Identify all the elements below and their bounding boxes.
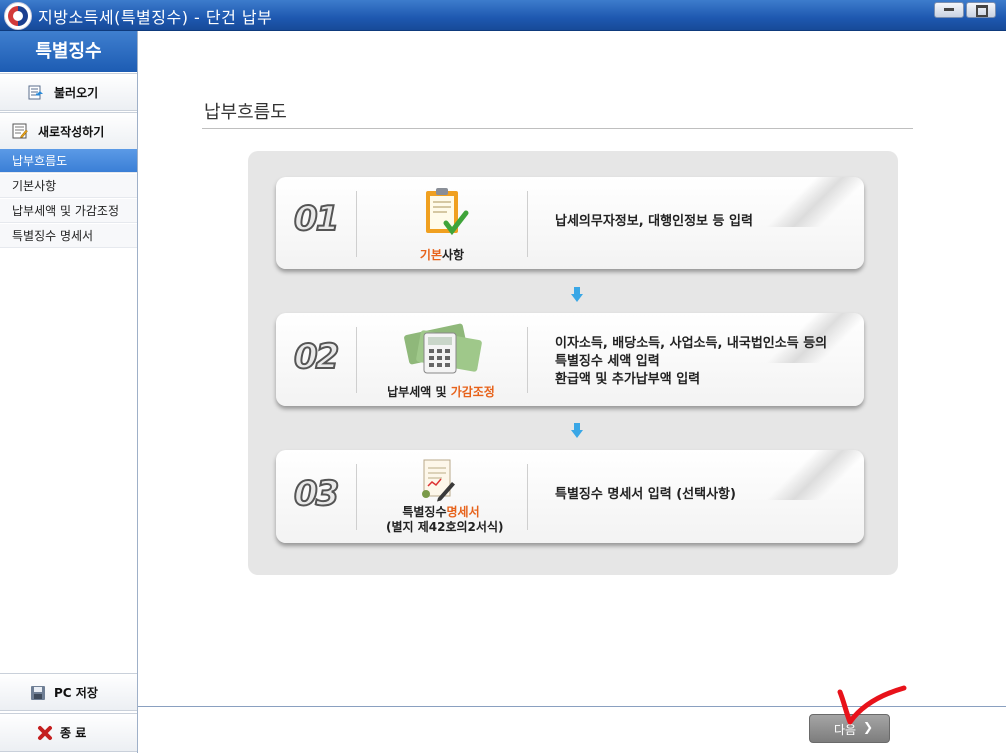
step-divider <box>527 191 528 257</box>
flow-arrow-down-icon <box>571 287 583 303</box>
step-label: 특별징수명세서 (별지 제42호의2서식) <box>386 505 504 535</box>
step-label: 납부세액 및 가감조정 <box>376 383 506 400</box>
step-description-line: 이자소득, 배당소득, 사업소득, 내국법인소득 등의 <box>555 336 828 351</box>
step-divider <box>527 327 528 393</box>
sidebar-item-tax-adjust[interactable]: 납부세액 및 가감조정 <box>0 199 137 223</box>
calculator-money-icon <box>404 323 482 374</box>
maximize-icon <box>976 5 988 17</box>
step-label-highlight: 가감조정 <box>450 385 495 399</box>
step-divider <box>527 464 528 530</box>
document-pen-icon <box>422 459 455 502</box>
step-label-plain: 특별징수 <box>402 505 447 519</box>
step-number: 01 <box>293 198 340 240</box>
exit-button[interactable]: 종 료 <box>0 713 137 752</box>
step-description: 납세의무자정보, 대행인정보 등 입력 <box>555 213 753 231</box>
exit-label: 종 료 <box>60 726 87 740</box>
edit-document-icon <box>12 123 28 139</box>
new-document-button[interactable]: 새로작성하기 <box>0 112 137 151</box>
step-description-line: 납세의무자정보, 대행인정보 등 입력 <box>555 214 753 229</box>
flow-arrow-down-icon <box>571 423 583 439</box>
step-label-highlight: 명세서 <box>446 505 480 519</box>
step-divider <box>356 327 357 393</box>
app-logo-icon <box>4 2 32 30</box>
load-button-label: 불러오기 <box>54 86 99 100</box>
step-description-line: 특별징수 세액 입력 <box>555 354 660 369</box>
step-divider <box>356 464 357 530</box>
step-number: 02 <box>293 336 340 378</box>
clipboard-check-icon <box>426 188 469 236</box>
window-title: 지방소득세(특별징수) - 단건 납부 <box>38 8 273 27</box>
sidebar-item-flow[interactable]: 납부흐름도 <box>0 149 137 173</box>
red-checkmark-annotation <box>837 685 907 725</box>
folder-open-icon <box>28 85 43 100</box>
step-label: 기본사항 <box>402 246 482 263</box>
step-number: 03 <box>293 473 340 515</box>
step-description-line: 특별징수 명세서 입력 (선택사항) <box>555 487 736 502</box>
load-button[interactable]: 불러오기 <box>0 73 137 111</box>
save-disk-icon <box>31 686 45 700</box>
sidebar: 특별징수 불러오기 새로작성하기 납부흐름도 기본사항 납부세액 및 가감조정 … <box>0 31 138 753</box>
step-label-plain: 사항 <box>442 248 465 262</box>
step-label-plain: 납부세액 및 <box>387 385 451 399</box>
window-titlebar: 지방소득세(특별징수) - 단건 납부 <box>0 0 1006 31</box>
step-label-highlight: 기본 <box>419 248 442 262</box>
step-divider <box>356 191 357 257</box>
new-document-label: 새로작성하기 <box>38 125 105 139</box>
pc-save-button[interactable]: PC 저장 <box>0 673 137 711</box>
pc-save-label: PC 저장 <box>54 686 98 700</box>
sidebar-header: 특별징수 <box>0 31 137 72</box>
sidebar-item-statement[interactable]: 특별징수 명세서 <box>0 224 137 248</box>
minimize-icon <box>944 8 954 11</box>
close-x-icon <box>38 726 52 740</box>
minimize-button[interactable] <box>934 2 964 18</box>
maximize-button[interactable] <box>966 2 996 18</box>
step-description: 이자소득, 배당소득, 사업소득, 내국법인소득 등의 특별징수 세액 입력 환… <box>555 335 827 389</box>
page-title: 납부흐름도 <box>204 102 287 123</box>
step-label-sub: (별지 제42호의2서식) <box>386 520 504 534</box>
step-card-1: 01 기본사항 납세의무자정보, 대행인정보 등 입력 <box>276 177 864 269</box>
step-card-3: 03 특별징수명세서 (별지 제42호의2서식) 특별징수 명세서 입력 (선택… <box>276 450 864 543</box>
sidebar-item-basic[interactable]: 기본사항 <box>0 174 137 198</box>
step-card-2: 02 납부세액 및 가감조정 이자소득, 배당소득, 사업소득, 내국법인소득 … <box>276 313 864 406</box>
title-divider <box>202 128 913 129</box>
step-description: 특별징수 명세서 입력 (선택사항) <box>555 486 736 504</box>
step-description-line: 환급액 및 추가납부액 입력 <box>555 372 701 387</box>
